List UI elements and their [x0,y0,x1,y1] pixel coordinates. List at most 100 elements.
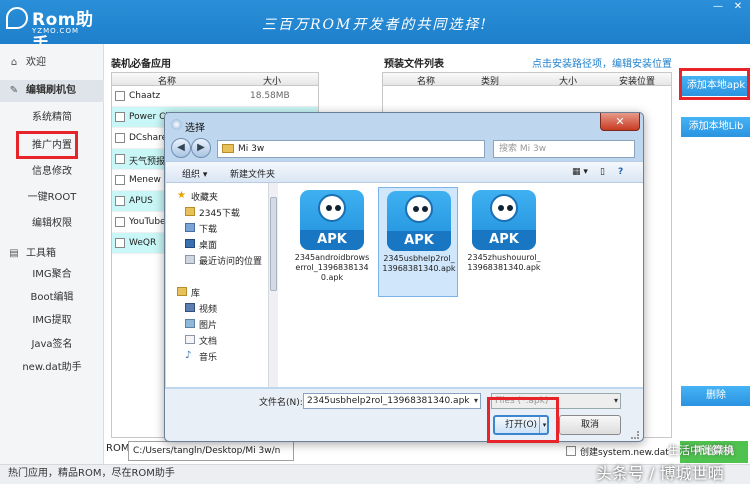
apk-badge: APK [300,230,364,250]
checkbox[interactable] [115,175,125,185]
help-icon[interactable]: ? [618,167,623,177]
tree-label: 视频 [199,305,218,315]
checkbox[interactable] [115,217,125,227]
arrow-left-icon: ◀ [177,142,185,153]
organize-menu[interactable]: 组织 ▾ [182,167,207,180]
logo: Rom助手 YZMO.COM [6,5,106,55]
app-name: DCshare [129,133,168,143]
checkbox[interactable] [115,112,125,122]
address-path: Mi 3w [238,144,265,154]
filename-label: 文件名(N): [259,398,303,408]
create-dat-checkbox[interactable] [566,446,576,456]
back-button[interactable]: ◀ [171,138,191,158]
filename-value: 2345usbhelp2rol_13968381340.apk [307,396,470,406]
tree-label: 下载 [199,225,218,235]
filename-input[interactable]: 2345usbhelp2rol_13968381340.apk ▾ [303,393,481,409]
arrow-right-icon: ▶ [197,142,205,153]
list-item[interactable]: Chaatz 18.58MB [112,86,318,107]
checkbox[interactable] [115,196,125,206]
logo-icon [6,7,28,29]
sidebar-item-newdat[interactable]: new.dat助手 [0,357,104,379]
sidebar-item-slim[interactable]: 系统精简 [0,107,104,129]
sidebar-item-edit-pack[interactable]: ✎ 编辑刷机包 [0,80,104,102]
preview-pane-icon[interactable]: ▯ [600,167,605,177]
new-folder-button[interactable]: 新建文件夹 [230,167,275,180]
sidebar-item-boot-edit[interactable]: Boot编辑 [0,287,104,309]
file-item[interactable]: APK 2345androidbrowserrol_13968381340.ap… [292,187,372,297]
tree-scrollbar[interactable] [268,183,278,387]
tree-label: 图片 [199,321,218,331]
picture-icon [185,319,195,328]
title-bar: Rom助手 YZMO.COM 三百万ROM开发者的共同选择! — ✕ [0,0,750,55]
add-local-lib-button[interactable]: 添加本地Lib [681,117,750,137]
apk-file-icon: APK [387,191,451,251]
delete-button[interactable]: 删除 [681,386,750,406]
app-name: Chaatz [129,91,161,101]
edit-install-path-link[interactable]: 点击安装路径项，编辑安装位置 [532,55,672,70]
video-icon [185,303,195,312]
tree-label: 库 [191,289,201,299]
tree-label: 2345下载 [199,209,240,219]
search-input[interactable]: 搜索 Mi 3w [493,140,635,158]
app-name: YouTube [129,217,166,227]
file-grid: APK 2345androidbrowserrol_13968381340.ap… [282,187,642,387]
checkbox[interactable] [115,133,125,143]
home-icon: ⌂ [10,57,18,68]
preinstall-section-title: 预装文件列表 [384,59,444,70]
apk-badge: APK [387,231,451,251]
app-name: Menew [129,175,161,185]
app-name: APUS [129,196,153,206]
checkbox[interactable] [115,154,125,164]
address-bar[interactable]: Mi 3w [217,140,485,158]
resize-grip[interactable] [631,431,639,439]
folder-icon [185,207,195,216]
sidebar-item-img-merge[interactable]: IMG聚合 [0,264,104,286]
scroll-thumb[interactable] [270,197,277,291]
tree-label: 音乐 [199,353,218,363]
file-name: 2345zhushouurol_13968381340.apk [467,253,541,272]
close-button[interactable]: ✕ [730,0,746,14]
forward-button[interactable]: ▶ [191,138,211,158]
sidebar-item-permissions[interactable]: 编辑权限 [0,213,104,235]
document-icon [185,335,195,344]
apps-table-header: 名称 大小 [111,72,319,87]
watermark: 头条号 / 博城世晒 [596,464,724,483]
library-icon [177,287,187,296]
sidebar-item-welcome[interactable]: ⌂ 欢迎 [0,52,104,74]
toolbox-icon: ▤ [9,248,19,259]
tree-label: 收藏夹 [191,193,219,203]
dialog-title: 选择 [185,123,205,134]
watermark-2: 生活中计算机 [668,444,734,457]
sidebar-item-root[interactable]: 一键ROOT [0,187,104,209]
folder-icon [222,144,234,153]
file-item-selected[interactable]: APK 2345usbhelp2rol_13968381340.apk [378,187,458,297]
cancel-button[interactable]: 取消 [559,415,621,435]
minimize-button[interactable]: — [710,0,726,14]
chevron-down-icon[interactable]: ▾ [474,394,478,408]
tree-label: 文档 [199,337,218,347]
tree-label: 桌面 [199,241,218,251]
view-options-icon[interactable]: ▦ ▾ [572,167,588,177]
preinstall-table-header: 名称 类别 大小 安装位置 [382,72,672,87]
sidebar-item-toolbox[interactable]: ▤ 工具箱 [0,243,104,265]
app-size: 18.58MB [250,91,290,101]
file-item[interactable]: APK 2345zhushouurol_13968381340.apk [464,187,544,297]
folder-tree: ★ 收藏夹 2345下载 下载 桌面 最近访问的位置 库 视频 图片 文档 ♪ 音乐 [169,189,269,387]
sidebar-item-java-sign[interactable]: Java签名 [0,334,104,356]
checkbox[interactable] [115,238,125,248]
sidebar-item-label: 工具箱 [26,248,56,259]
dialog-close-button[interactable]: ✕ [600,113,640,131]
apk-badge: APK [472,230,536,250]
create-dat-label: 创建system.new.dat [580,448,669,458]
rom-label: ROM [106,443,130,454]
rom-path-input[interactable]: C:/Users/tangln/Desktop/Mi 3w/n [128,441,294,461]
sidebar-item-info-edit[interactable]: 信息修改 [0,161,104,183]
file-name: 2345usbhelp2rol_13968381340.apk [382,254,456,273]
file-name: 2345androidbrowserrol_13968381340.apk [294,253,370,282]
apk-file-icon: APK [300,190,364,250]
sidebar-item-img-extract[interactable]: IMG提取 [0,310,104,332]
sidebar-item-label: 欢迎 [26,57,46,68]
apps-section-title: 装机必备应用 [111,59,171,70]
checkbox[interactable] [115,91,125,101]
app-name: 天气预报 [129,157,166,167]
